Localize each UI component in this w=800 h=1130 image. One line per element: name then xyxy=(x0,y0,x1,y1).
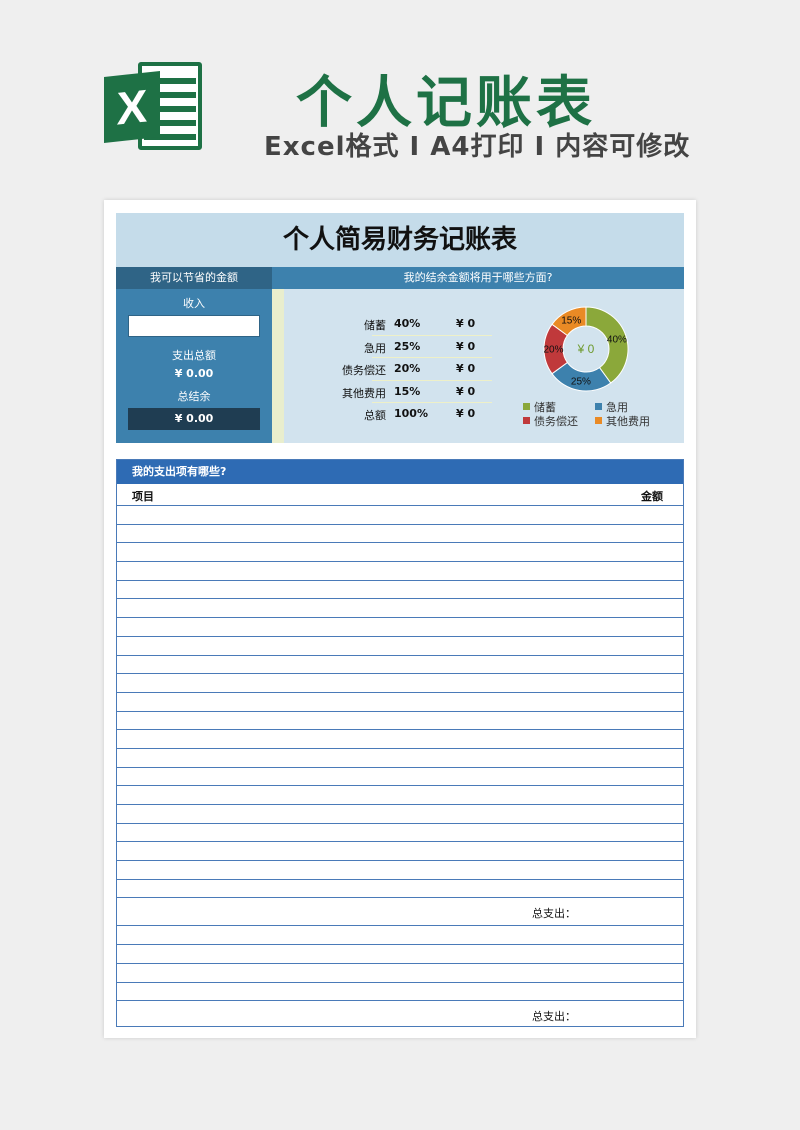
table-row[interactable] xyxy=(117,768,683,787)
allocation-total-row: 总额 100% ¥ 0 xyxy=(364,407,476,422)
donut-data-label: 20% xyxy=(543,345,563,356)
savings-column: 我可以节省的金额 收入 支出总额 ¥ 0.00 总结余 ¥ 0.00 xyxy=(116,267,272,443)
legend-label: 其他费用 xyxy=(606,415,650,428)
table-row[interactable] xyxy=(117,786,683,805)
legend-swatch xyxy=(595,417,602,424)
legend-item: 其他费用 xyxy=(595,413,650,429)
table-row[interactable] xyxy=(117,749,683,768)
table-row[interactable] xyxy=(117,618,683,637)
savings-header: 我可以节省的金额 xyxy=(116,267,272,289)
allocation-row: 债务偿还 20% ¥ 0 xyxy=(306,358,506,381)
table-row[interactable] xyxy=(117,712,683,731)
summary-title: 个人简易财务记账表 xyxy=(116,213,684,267)
table-row[interactable] xyxy=(117,506,683,525)
table-row[interactable] xyxy=(117,861,683,880)
subtotal-row: 总支出： xyxy=(117,1001,683,1029)
summary-panel: 个人简易财务记账表 我可以节省的金额 收入 支出总额 ¥ 0.00 总结余 ¥ … xyxy=(116,213,684,443)
legend-swatch xyxy=(523,417,530,424)
table-row[interactable] xyxy=(117,637,683,656)
excel-logo-letter: X xyxy=(104,71,160,143)
table-row[interactable] xyxy=(117,562,683,581)
legend-label: 债务偿还 xyxy=(534,415,578,428)
legend-swatch xyxy=(523,403,530,410)
table-row[interactable] xyxy=(117,880,683,899)
table-row[interactable] xyxy=(117,656,683,675)
expense-table: 我的支出项有哪些? 项目 金额 总支出： 总支出： xyxy=(116,459,684,1027)
table-row[interactable] xyxy=(117,824,683,843)
table-row[interactable] xyxy=(117,730,683,749)
column-item: 项目 xyxy=(132,490,154,503)
expense-column-headers: 项目 金额 xyxy=(117,484,683,506)
decorative-strip xyxy=(272,289,284,443)
expense-total-label: 支出总额 xyxy=(172,349,216,362)
excel-logo-icon: X xyxy=(104,58,204,154)
table-row[interactable] xyxy=(117,805,683,824)
table-row[interactable] xyxy=(117,964,683,983)
allocation-row: 储蓄 40% ¥ 0 xyxy=(306,313,506,336)
legend-item: 债务偿还 xyxy=(523,413,578,429)
allocation-header: 我的结余金额将用于哪些方面? xyxy=(272,267,684,289)
subtotal-label: 总支出： xyxy=(532,1010,576,1024)
donut-center-label: ¥ 0 xyxy=(577,342,595,356)
balance-label: 总结余 xyxy=(177,390,211,403)
table-row[interactable] xyxy=(117,543,683,563)
allocation-donut-chart: 40% 25% 20% 15% ¥ 0 xyxy=(543,306,629,392)
donut-data-label: 25% xyxy=(571,377,591,388)
table-row[interactable] xyxy=(117,842,683,862)
table-row[interactable] xyxy=(117,945,683,964)
allocation-row: 其他费用 15% ¥ 0 xyxy=(306,381,506,403)
expense-header: 我的支出项有哪些? xyxy=(117,460,683,484)
spreadsheet-page: 个人简易财务记账表 我可以节省的金额 收入 支出总额 ¥ 0.00 总结余 ¥ … xyxy=(104,200,696,1038)
table-row[interactable] xyxy=(117,674,683,693)
table-row[interactable] xyxy=(117,599,683,619)
column-amount: 金额 xyxy=(641,490,663,503)
income-input[interactable] xyxy=(128,315,260,337)
donut-data-label: 15% xyxy=(561,316,581,327)
allocation-table: 储蓄 40% ¥ 0 急用 25% ¥ 0 债务偿还 20% ¥ 0 其他费用 … xyxy=(306,313,506,426)
income-label: 收入 xyxy=(183,297,205,310)
allocation-row: 急用 25% ¥ 0 xyxy=(306,336,506,358)
donut-data-label: 40% xyxy=(607,334,627,345)
subtotal-label: 总支出： xyxy=(532,907,576,921)
table-row[interactable] xyxy=(117,525,683,544)
page-subtitle: Excel格式 I A4打印 I 内容可修改 xyxy=(264,132,691,162)
table-row[interactable] xyxy=(117,581,683,600)
table-row[interactable] xyxy=(117,693,683,712)
expense-total-value: ¥ 0.00 xyxy=(174,367,214,380)
subtotal-row: 总支出： xyxy=(117,898,683,927)
table-row[interactable] xyxy=(117,926,683,946)
balance-value: ¥ 0.00 xyxy=(128,408,260,430)
table-row[interactable] xyxy=(117,983,683,1002)
legend-swatch xyxy=(595,403,602,410)
